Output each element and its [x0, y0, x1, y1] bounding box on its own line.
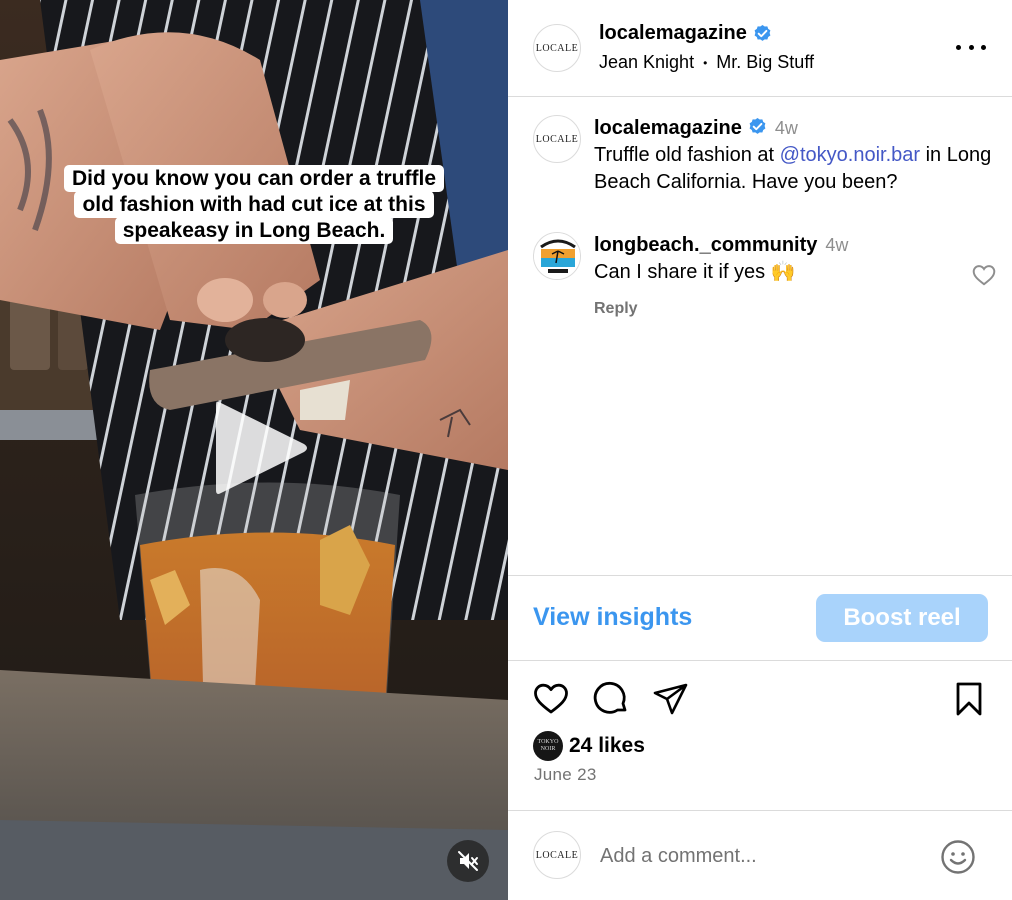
verified-badge-icon	[749, 117, 766, 134]
post-date: June 23	[534, 765, 597, 784]
liker-avatar[interactable]: TOKYO NOIR	[533, 731, 563, 761]
comment-icon[interactable]	[592, 680, 630, 718]
likes-count[interactable]: 24 likes	[569, 734, 645, 758]
audio-track[interactable]: Jean Knight • Mr. Big Stuff	[599, 52, 814, 73]
insights-bar: View insights Boost reel	[508, 575, 1012, 661]
video-caption-overlay: Did you know you can order a truffle old…	[0, 165, 508, 244]
avatar[interactable]: LOCALE	[533, 24, 581, 72]
caption-line: Did you know you can order a truffle	[63, 165, 445, 192]
post-header: LOCALE localemagazine Jean Knight • Mr. …	[508, 0, 1012, 97]
author-username[interactable]: localemagazine	[599, 22, 747, 45]
emoji-icon[interactable]	[940, 839, 976, 875]
verified-badge-icon	[754, 24, 771, 41]
comment-like-heart-icon[interactable]	[971, 262, 997, 288]
add-comment-input[interactable]	[600, 839, 920, 873]
boost-reel-button[interactable]: Boost reel	[816, 594, 988, 642]
reel-video[interactable]: Did you know you can order a truffle old…	[0, 0, 508, 900]
comment-body: longbeach._community 4w Can I share it if…	[594, 232, 954, 286]
author: localemagazine	[599, 22, 772, 45]
send-icon[interactable]	[652, 680, 690, 718]
action-bar	[508, 680, 1012, 720]
caption-time[interactable]: 4w	[775, 118, 798, 138]
comment-username[interactable]: longbeach._community	[594, 234, 817, 256]
reply-button[interactable]: Reply	[594, 300, 638, 318]
mention-link[interactable]: @tokyo.noir.bar	[780, 144, 920, 166]
avatar: LOCALE	[533, 831, 581, 879]
muted-speaker-icon[interactable]	[447, 840, 489, 882]
comment-time[interactable]: 4w	[825, 235, 848, 255]
caption-body: localemagazine 4w Truffle old fashion at…	[594, 115, 994, 196]
play-icon[interactable]	[212, 398, 312, 498]
add-comment-bar: LOCALE	[508, 810, 1012, 900]
separator-dot: •	[703, 55, 708, 70]
audio-title: Mr. Big Stuff	[716, 52, 814, 72]
view-insights-link[interactable]: View insights	[533, 603, 692, 632]
comment-text: Can I share it if yes 🙌	[594, 261, 796, 283]
audio-artist: Jean Knight	[599, 52, 695, 72]
avatar[interactable]: LOCALE	[533, 115, 581, 163]
caption-line: old fashion with had cut ice at this	[74, 191, 434, 218]
bookmark-icon[interactable]	[950, 680, 988, 718]
likes-row: TOKYO NOIR 24 likes	[533, 731, 645, 761]
heart-icon[interactable]	[532, 680, 570, 718]
avatar[interactable]	[533, 232, 581, 280]
caption-text: Truffle old fashion at	[594, 144, 780, 166]
post-side-panel: LOCALE localemagazine Jean Knight • Mr. …	[508, 0, 1012, 900]
caption-line: speakeasy in Long Beach.	[114, 217, 394, 244]
caption-username[interactable]: localemagazine	[594, 117, 742, 139]
more-options-icon[interactable]	[956, 34, 986, 60]
